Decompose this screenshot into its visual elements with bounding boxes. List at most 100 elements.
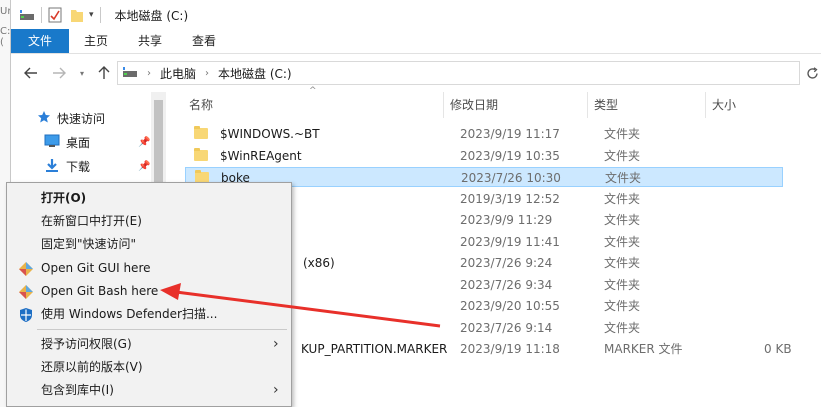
file-name: $WinREAgent	[220, 148, 302, 163]
sidebar-item-downloads[interactable]: 下载	[44, 158, 90, 175]
column-header-type[interactable]: 类型	[594, 96, 618, 114]
column-header-size[interactable]: 大小	[712, 96, 736, 114]
file-type: 文件夹	[604, 148, 641, 163]
submenu-chevron-icon: ›	[273, 336, 279, 352]
folder-icon	[194, 126, 208, 139]
file-type: 文件夹	[604, 213, 641, 227]
navigation-bar: ▾ › 此电脑 › 本地磁盘 (C:)	[11, 60, 821, 86]
file-type: 文件夹	[604, 299, 641, 313]
sort-ascending-icon: ^	[309, 86, 317, 96]
menu-item-open[interactable]: 打开(O)	[7, 187, 291, 209]
menu-item-label: 使用 Windows Defender扫描...	[41, 307, 218, 321]
breadcrumb-chevron-icon[interactable]: ›	[147, 68, 151, 79]
customize-toolbar-chevron-icon[interactable]: ▾	[89, 10, 94, 20]
file-date: 2023/9/9 11:29	[460, 213, 553, 227]
file-type: 文件夹	[604, 320, 641, 335]
table-row[interactable]: $WinREAgent 2023/9/19 10:35 文件夹	[185, 146, 783, 166]
file-name: KUP_PARTITION.MARKER	[301, 342, 448, 356]
tab-file[interactable]: 文件	[11, 29, 69, 53]
sidebar-item-label: 快速访问	[57, 112, 106, 126]
file-type: 文件夹	[604, 234, 641, 249]
file-date: 2019/3/19 12:52	[460, 191, 560, 206]
sidebar-item-desktop[interactable]: 桌面	[44, 134, 90, 151]
download-icon	[44, 158, 60, 175]
pin-icon[interactable]: 📌	[138, 137, 150, 148]
menu-item-open-new-window[interactable]: 在新窗口中打开(E)	[7, 210, 291, 232]
column-header-date[interactable]: 修改日期	[450, 96, 498, 114]
column-header-name[interactable]: 名称	[189, 96, 213, 114]
git-gui-icon	[18, 261, 34, 277]
scrollbar-thumb[interactable]	[154, 100, 163, 190]
sidebar-item-quick-access[interactable]: 快速访问	[37, 110, 105, 127]
quick-access-toolbar: ▾	[11, 0, 107, 30]
breadcrumb-this-pc[interactable]: 此电脑	[160, 65, 196, 82]
menu-item-windows-defender[interactable]: 使用 Windows Defender扫描...	[7, 303, 291, 325]
file-type: 文件夹	[604, 256, 641, 270]
sidebar-item-label: 下载	[66, 160, 91, 174]
new-folder-icon[interactable]	[70, 7, 84, 23]
file-date: 2023/9/19 11:41	[460, 234, 560, 249]
desktop-icon	[44, 134, 60, 151]
menu-item-git-bash[interactable]: Open Git Bash here	[7, 280, 291, 302]
up-arrow-icon[interactable]	[96, 64, 112, 82]
tab-share[interactable]: 共享	[123, 29, 177, 53]
menu-item-include-library[interactable]: 包含到库中(I) ›	[7, 379, 291, 401]
column-divider[interactable]	[587, 92, 588, 118]
file-name: (x86)	[303, 256, 335, 270]
menu-item-pin-quick-access[interactable]: 固定到"快速访问"	[7, 233, 291, 255]
tab-view[interactable]: 查看	[177, 29, 231, 53]
properties-icon[interactable]	[48, 7, 62, 23]
file-date: 2023/9/19 11:18	[460, 342, 560, 356]
context-menu: 打开(O) 在新窗口中打开(E) 固定到"快速访问" Open Git GUI …	[6, 182, 292, 407]
menu-separator	[37, 329, 287, 330]
menu-item-label: 打开(O)	[41, 191, 87, 205]
column-divider[interactable]	[443, 92, 444, 118]
file-type: 文件夹	[605, 171, 642, 185]
refresh-icon[interactable]	[805, 65, 819, 81]
file-date: 2023/7/26 10:30	[461, 171, 561, 185]
file-date: 2023/9/19 10:35	[460, 148, 560, 163]
file-date: 2023/9/19 11:17	[460, 127, 560, 141]
file-type: MARKER 文件	[604, 342, 683, 356]
menu-item-label: 包含到库中(I)	[41, 383, 114, 397]
background-text-fragment: C:(	[0, 26, 11, 48]
drive-icon	[122, 65, 138, 82]
window-title: 本地磁盘 (C:)	[114, 8, 189, 23]
file-name: $WINDOWS.~BT	[220, 127, 320, 141]
file-type: 文件夹	[604, 127, 641, 141]
column-divider[interactable]	[705, 92, 706, 118]
toolbar-divider	[41, 7, 42, 23]
pin-icon[interactable]: 📌	[138, 161, 150, 172]
menu-item-label: 在新窗口中打开(E)	[41, 214, 142, 228]
forward-arrow-icon[interactable]	[51, 64, 67, 82]
ribbon-tabs: 文件 主页 共享 查看	[11, 29, 821, 54]
windows-defender-icon	[18, 307, 34, 323]
menu-item-grant-access[interactable]: 授予访问权限(G) ›	[7, 333, 291, 355]
file-date: 2023/7/26 9:24	[460, 256, 553, 270]
file-type: 文件夹	[604, 191, 641, 206]
star-icon	[37, 110, 51, 127]
toolbar-divider	[99, 7, 101, 23]
address-bar[interactable]: › 此电脑 › 本地磁盘 (C:)	[117, 61, 800, 85]
breadcrumb-local-disk[interactable]: 本地磁盘 (C:)	[218, 65, 292, 82]
tab-home[interactable]: 主页	[69, 29, 123, 53]
folder-icon	[194, 147, 208, 161]
back-arrow-icon[interactable]	[23, 64, 39, 82]
menu-item-label: 固定到"快速访问"	[41, 237, 137, 251]
drive-icon	[19, 8, 35, 22]
breadcrumb-chevron-icon[interactable]: ›	[205, 68, 209, 79]
file-date: 2023/7/26 9:14	[460, 320, 553, 335]
recent-locations-chevron-icon[interactable]: ▾	[74, 64, 90, 82]
menu-item-git-gui[interactable]: Open Git GUI here	[7, 257, 291, 279]
submenu-chevron-icon: ›	[273, 382, 279, 398]
sidebar-item-label: 桌面	[66, 136, 91, 150]
table-row[interactable]: $WINDOWS.~BT 2023/9/19 11:17 文件夹	[185, 124, 783, 144]
menu-item-restore-versions[interactable]: 还原以前的版本(V)	[7, 356, 291, 378]
file-date: 2023/9/20 10:55	[460, 299, 560, 313]
menu-item-label: Open Git Bash here	[41, 284, 159, 298]
git-bash-icon	[18, 284, 34, 300]
file-size: 0 KB	[764, 342, 792, 356]
title-bar: ▾ 本地磁盘 (C:)	[11, 0, 821, 30]
menu-item-label: 还原以前的版本(V)	[41, 360, 143, 374]
menu-item-label: 授予访问权限(G)	[41, 337, 132, 351]
